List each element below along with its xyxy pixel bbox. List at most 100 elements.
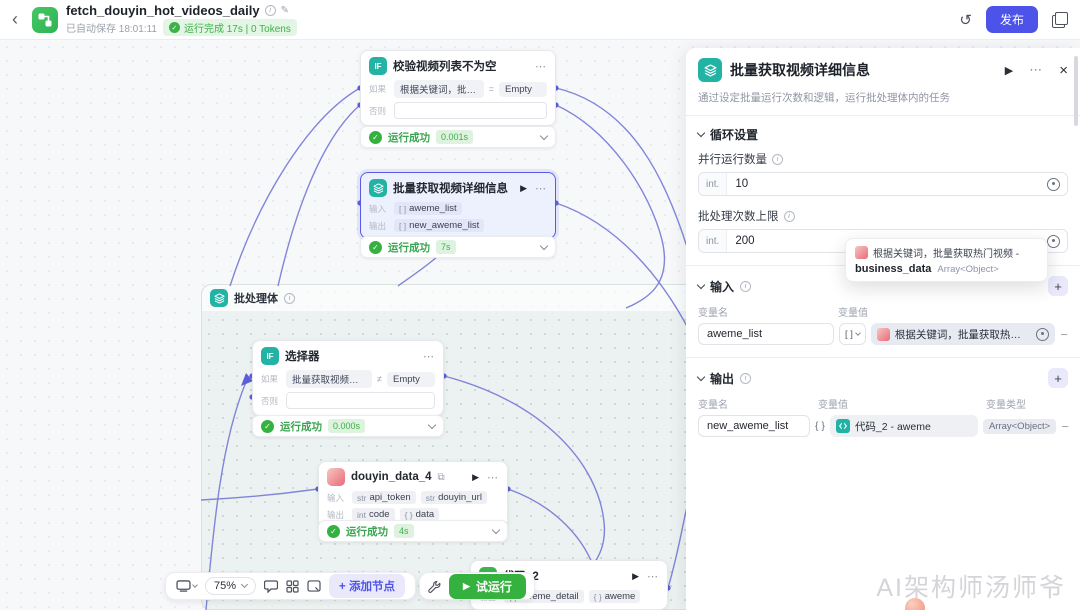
run-node-icon[interactable]: ▶ [632,571,639,582]
duplicate-icon[interactable] [1052,12,1068,28]
batch-body-info-icon[interactable]: i [284,293,295,304]
input-name-field[interactable]: aweme_list [698,323,834,345]
object-brace: { } [815,420,825,432]
parallel-count-label: 并行运行数量 i [698,151,1068,167]
run-node-icon[interactable]: ▶ [472,472,479,483]
panel-scrollbar[interactable] [1074,56,1078,126]
batch-body-title: 批处理体 [234,290,278,306]
status-douyin-data[interactable]: ✓ 运行成功 4s [318,520,508,542]
variable-name: data [416,509,435,520]
col-name: 变量名 [698,304,838,319]
info-icon[interactable]: i [784,211,795,222]
more-icon[interactable]: ⋯ [1029,62,1043,78]
parallel-count-input[interactable]: int. 10 [698,172,1068,196]
divider [686,115,1080,116]
batch-node-icon [698,58,722,82]
input-label: 输入 [327,492,347,504]
else-branch-field[interactable] [286,392,435,409]
status-batch-fetch[interactable]: ✓ 运行成功 7s [360,236,556,258]
section-title: 循环设置 [710,126,758,143]
add-node-button[interactable]: + 添加节点 [329,574,405,598]
condition-left[interactable]: 批量获取视频详细... [286,370,372,388]
edit-icon[interactable]: ✎ [281,5,289,16]
add-output-button[interactable]: + [1048,368,1068,388]
variable-ref-icon[interactable] [1047,235,1060,248]
output-label: 输出 [369,220,389,232]
info-icon[interactable]: i [772,154,783,165]
zoom-level-select[interactable]: 75% [205,577,256,595]
parallel-count-value[interactable]: 10 [727,178,1047,190]
else-branch-field[interactable] [394,102,547,119]
chevron-down-icon[interactable] [428,420,436,428]
layout-icon[interactable] [176,580,197,592]
input-column-headers: 变量名 变量值 [698,304,1068,319]
reference-text: 代码_2 - aweme [855,419,972,434]
type-prefix: str [357,493,366,503]
title-info-icon[interactable]: i [265,5,276,16]
run-node-icon[interactable]: ▶ [520,183,527,194]
node-title: 批量获取视频详细信息 [393,180,508,196]
input-type-dropdown[interactable]: [ ] [839,323,866,345]
variable-ref-icon[interactable] [1036,328,1049,341]
wrench-icon[interactable] [428,580,441,593]
more-icon[interactable]: ⋯ [423,350,435,363]
publish-button[interactable]: 发布 [986,6,1038,33]
divider [686,357,1080,358]
output-variable-tag: { } aweme [589,590,641,603]
more-icon[interactable]: ⋯ [535,60,547,73]
variable-name: aweme [605,591,636,602]
node-douyin-data[interactable]: douyin_data_4 ⧉ ▶ ⋯ 输入 str api_token str… [318,461,508,528]
variable-ref-icon[interactable] [1047,178,1060,191]
batch-body-icon [210,289,228,307]
type-prefix: int [357,510,366,520]
section-title: 输出 [710,370,734,387]
duration-badge: 4s [394,524,414,538]
input-value-reference[interactable]: 根据关键词，批量获取热门视频 - b... [871,323,1055,345]
run-node-icon[interactable]: ▶ [1005,64,1013,77]
output-name-field[interactable]: new_aweme_list [698,415,810,437]
test-run-button[interactable]: ▶ 试运行 [449,574,526,599]
remove-output-button[interactable]: − [1061,419,1069,434]
status-check-list[interactable]: ✓ 运行成功 0.001s [360,126,556,148]
operator: ≠ [377,374,382,384]
output-value-reference[interactable]: 代码_2 - aweme [830,415,978,437]
chevron-down-icon [697,280,705,288]
comment-icon[interactable] [264,580,278,593]
plugin-avatar-icon [327,468,345,486]
node-grid-icon[interactable] [286,580,299,593]
success-icon: ✓ [261,420,274,433]
col-value: 变量值 [838,304,868,319]
workflow-title: fetch_douyin_hot_videos_daily [66,3,260,18]
title-block: fetch_douyin_hot_videos_daily i ✎ 已自动保存 … [66,3,297,36]
info-icon[interactable]: i [740,281,751,292]
output-section[interactable]: 输出 i + [698,368,1068,388]
condition-right[interactable]: Empty [499,82,547,97]
add-input-button[interactable]: + [1048,276,1068,296]
chevron-down-icon[interactable] [540,241,548,249]
close-icon[interactable]: × [1059,62,1068,79]
node-batch-fetch[interactable]: 批量获取视频详细信息 ▶ ⋯ 输入 [ ] aweme_list 输出 [ ] … [360,172,556,239]
more-icon[interactable]: ⋯ [487,471,499,484]
workflow-app-icon [32,7,58,33]
status-selector[interactable]: ✓ 运行成功 0.000s [252,415,444,437]
remove-input-button[interactable]: − [1060,327,1068,342]
info-icon[interactable]: i [740,373,751,384]
chevron-down-icon[interactable] [492,525,500,533]
batch-body-header: 批处理体 i [202,285,699,311]
condition-right[interactable]: Empty [387,372,435,387]
type-prefix: { } [594,592,602,602]
loop-settings-section[interactable]: 循环设置 [698,126,1068,143]
reference-text: 根据关键词，批量获取热门视频 - b... [895,327,1031,342]
more-icon[interactable]: ⋯ [647,570,659,583]
variable-name: api_token [369,492,410,503]
minimap-icon[interactable] [307,580,321,592]
chevron-down-icon[interactable] [540,131,548,139]
batch-node-icon [369,179,387,197]
back-icon[interactable]: ‹ [12,9,32,30]
node-selector[interactable]: IF 选择器 ⋯ 如果 批量获取视频详细... ≠ Empty 否则 [252,340,444,416]
condition-left[interactable]: 根据关键词，批量... [394,80,484,98]
node-check-list[interactable]: IF 校验视频列表不为空 ⋯ 如果 根据关键词，批量... = Empty 否则 [360,50,556,126]
history-icon[interactable]: ↺ [959,11,972,29]
more-icon[interactable]: ⋯ [535,182,547,195]
status-text: 运行成功 [388,130,430,145]
